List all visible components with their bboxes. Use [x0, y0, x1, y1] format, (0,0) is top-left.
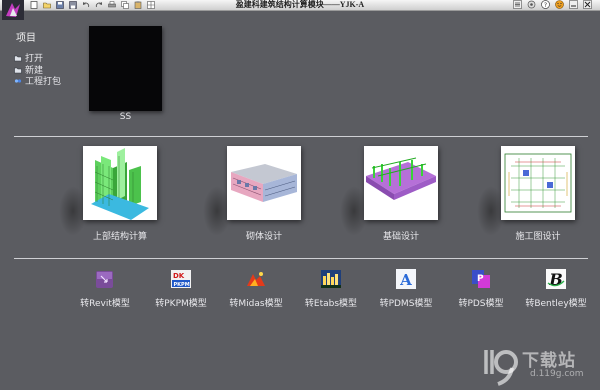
divider-top — [14, 136, 588, 137]
help-icon[interactable]: ? — [541, 0, 550, 9]
divider-bottom — [14, 258, 588, 259]
svg-text:DK: DK — [173, 272, 185, 280]
skin-icon[interactable] — [555, 0, 564, 9]
module-construction-drawing[interactable]: 施工图设计 — [477, 146, 593, 242]
convert-pds[interactable]: P 转PDS模型 — [441, 268, 521, 309]
building-structure-icon — [83, 146, 157, 220]
revit-icon — [96, 271, 113, 288]
convert-bentley[interactable]: B 转Bentley模型 — [516, 268, 596, 309]
package-project-label: 工程打包 — [25, 77, 62, 87]
site-watermark: 下载站 d.119g.com — [482, 344, 594, 386]
convert-pdms[interactable]: A 转PDMS模型 — [366, 268, 446, 309]
svg-text:PKPM: PKPM — [174, 282, 190, 288]
convert-midas[interactable]: 转Midas模型 — [216, 268, 296, 309]
convert-midas-label: 转Midas模型 — [229, 299, 283, 309]
watermark-url: d.119g.com — [530, 369, 584, 379]
convert-pkpm-label: 转PKPM模型 — [155, 299, 207, 309]
convert-pds-label: 转PDS模型 — [458, 299, 504, 309]
svg-text:A: A — [399, 271, 412, 289]
midas-icon — [247, 272, 265, 286]
module-masonry-design[interactable]: 砌体设计 — [203, 146, 319, 242]
masonry-building-icon — [227, 146, 301, 220]
package-project-link[interactable]: 工程打包 — [14, 74, 61, 87]
pkpm-icon: DK PKPM — [171, 270, 191, 288]
module-structure-calc[interactable]: 上部结构计算 — [59, 146, 175, 242]
recent-project-name: SS — [119, 112, 132, 122]
minimize-icon[interactable] — [569, 0, 578, 9]
convert-etabs-label: 转Etabs模型 — [304, 299, 358, 309]
window-controls: ? — [513, 0, 592, 10]
convert-pdms-label: 转PDMS模型 — [379, 299, 433, 309]
title-bar: 盈建科建筑结构计算模块——YJK-A ? — [0, 0, 600, 20]
convert-pkpm[interactable]: DK PKPM 转PKPM模型 — [141, 268, 221, 309]
settings-icon[interactable] — [527, 0, 536, 9]
bentley-icon: B — [546, 269, 566, 289]
watermark-text: 下载站 — [522, 351, 576, 371]
module-foundation-design[interactable]: 基础设计 — [340, 146, 456, 242]
svg-text:?: ? — [544, 2, 547, 9]
recent-project-thumbnail[interactable] — [89, 26, 162, 111]
package-icon — [14, 78, 22, 83]
convert-revit-label: 转Revit模型 — [80, 299, 130, 309]
foundation-icon — [364, 146, 438, 220]
convert-etabs[interactable]: 转Etabs模型 — [291, 268, 371, 309]
convert-revit[interactable]: 转Revit模型 — [65, 268, 145, 309]
project-heading: 项目 — [16, 33, 36, 44]
watermark-logo-icon — [484, 350, 518, 386]
new-icon — [14, 67, 22, 73]
close-icon[interactable] — [583, 0, 592, 9]
svg-text:P: P — [477, 274, 484, 284]
convert-bentley-label: 转Bentley模型 — [525, 299, 587, 309]
pdms-icon: A — [396, 269, 416, 289]
open-icon — [14, 55, 22, 61]
pds-icon: P — [472, 270, 490, 288]
construction-drawing-icon — [501, 146, 575, 220]
etabs-icon — [321, 270, 341, 288]
menu-icon[interactable] — [513, 0, 522, 9]
window-title: 盈建科建筑结构计算模块——YJK-A — [235, 0, 365, 9]
